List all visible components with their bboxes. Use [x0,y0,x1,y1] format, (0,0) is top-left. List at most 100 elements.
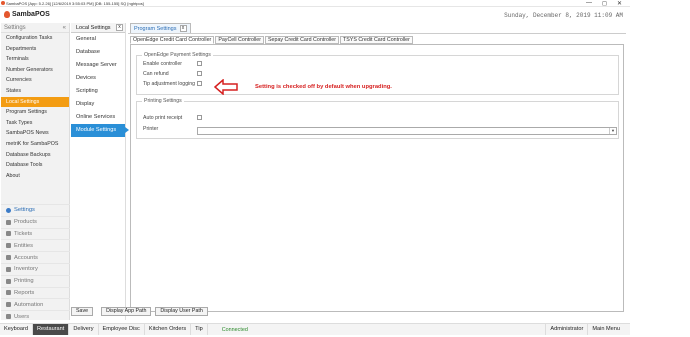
status-delivery[interactable]: Delivery [69,324,99,335]
nav-entities[interactable]: Entities [1,239,70,251]
connection-status: Connected [221,326,248,333]
nav-label: Tickets [14,230,33,237]
sidebar-item-task-types[interactable]: Task Types [1,118,69,129]
accounts-icon [6,255,11,261]
sidebar-item-local-settings[interactable]: Local Settings [1,96,69,108]
sidebar-header: Settings « [1,23,69,33]
current-date: Sunday, December 8, 2019 11:09 AM [504,12,623,19]
nav-label: Accounts [14,254,38,261]
sidebar-item-metrik[interactable]: metriK for SambaPOS [1,139,69,150]
auto-print-checkbox[interactable] [197,115,202,120]
tab-label: Local Settings [76,24,111,31]
local-settings-item-message-server[interactable]: Message Server [71,59,125,72]
local-settings-item-database[interactable]: Database [71,46,125,59]
nav-settings[interactable]: Settings [1,204,70,216]
local-settings-item-display[interactable]: Display [71,98,125,111]
nav-automation[interactable]: Automation [1,298,70,310]
inventory-icon [6,266,11,272]
local-settings-item-general[interactable]: General [71,33,125,46]
sidebar-list: Configuration Tasks Departments Terminal… [1,33,69,181]
tab-tsys[interactable]: TSYS Credit Card Controller [340,36,413,44]
status-user[interactable]: Administrator [545,324,587,335]
sidebar-item-currencies[interactable]: Currencies [1,75,69,86]
status-tip[interactable]: Tip [191,324,208,335]
sidebar-item-sambapos-news[interactable]: SambaPOS News [1,128,69,139]
nav-label: Users [14,313,30,320]
enable-controller-label: Enable controller [143,61,182,67]
group-title: OpenEdge Payment Settings [142,52,213,58]
save-button[interactable]: Save [71,307,94,316]
can-refund-label: Can refund [143,71,169,77]
controller-tabs: OpenEdge Credit Card Controller PayCell … [130,36,413,44]
tab-openedge[interactable]: OpenEdge Credit Card Controller [130,36,215,44]
nav-accounts[interactable]: Accounts [1,251,70,263]
can-refund-checkbox[interactable] [197,71,202,76]
module-nav: Settings Products Tickets Entities Accou… [1,204,70,322]
printing-settings-group: Printing Settings Auto print receipt Pri… [136,98,619,139]
local-settings-item-scripting[interactable]: Scripting [71,85,125,98]
sidebar-item-states[interactable]: States [1,86,69,97]
sidebar-item-program-settings[interactable]: Program Settings [1,107,69,118]
nav-reports[interactable]: Reports [1,286,70,299]
nav-tickets[interactable]: Tickets [1,227,70,240]
local-settings-item-module-settings[interactable]: Module Settings [71,124,129,137]
sidebar-item-number-generators[interactable]: Number Generators [1,65,69,76]
program-settings-area: Program Settings x OpenEdge Credit Card … [128,23,626,320]
local-settings-item-online-services[interactable]: Online Services [71,111,125,124]
nav-products[interactable]: Products [1,215,70,228]
nav-label: Reports [14,289,35,296]
nav-label: Automation [14,301,44,308]
flame-icon [4,11,10,18]
chevron-down-icon[interactable]: ▼ [609,128,616,134]
brand-logo: SambaPOS [4,11,50,18]
sidebar-item-terminals[interactable]: Terminals [1,54,69,65]
tip-adjustment-logging-checkbox[interactable] [197,81,202,86]
status-kitchen-orders[interactable]: Kitchen Orders [145,324,192,335]
tip-adjustment-logging-label: Tip adjustment logging [143,81,196,87]
nav-label: Entities [14,242,34,249]
gear-icon [6,207,11,213]
main-menu-button[interactable]: Main Menu [587,324,624,335]
minimize-button[interactable]: — [586,0,592,7]
app-header: SambaPOS Sunday, December 8, 2019 11:09 … [0,8,630,22]
nav-printing[interactable]: Printing [1,274,70,287]
nav-label: Settings [14,207,35,214]
tab-program-settings[interactable]: Program Settings x [130,23,191,33]
sidebar-item-departments[interactable]: Departments [1,44,69,55]
tab-local-settings[interactable]: Local Settings x [71,23,125,33]
brand-name: SambaPOS [12,11,50,18]
tab-paycell[interactable]: PayCell Controller [215,36,265,44]
nav-inventory[interactable]: Inventory [1,262,70,275]
entities-icon [6,243,11,249]
printer-select[interactable]: ▼ [197,127,617,135]
status-employee-disc[interactable]: Employee Disc [99,324,145,335]
settings-sidebar: Settings « Configuration Tasks Departmen… [1,23,70,320]
tab-sepay[interactable]: Sepay Credit Card Controller [265,36,340,44]
sidebar-item-about[interactable]: About [1,171,69,182]
enable-controller-checkbox[interactable] [197,61,202,66]
local-settings-panel: Local Settings x General Database Messag… [71,23,129,320]
close-tab-button[interactable]: x [179,25,187,32]
settings-actions: Save Display App Path Display User Path [71,307,208,316]
tab-label: Program Settings [134,25,177,32]
status-restaurant[interactable]: Restaurant [32,324,70,335]
status-right: Administrator Main Menu [545,324,624,335]
sidebar-title: Settings [4,24,26,31]
display-app-path-button[interactable]: Display App Path [101,307,152,316]
nav-label: Printing [14,278,34,285]
collapse-sidebar-button[interactable]: « [63,25,66,31]
group-title: Printing Settings [142,98,184,104]
close-tab-button[interactable]: x [116,24,123,31]
maximize-button[interactable]: ◻ [602,0,607,7]
red-arrow-icon [214,79,238,95]
status-keyboard[interactable]: Keyboard [0,324,33,335]
automation-icon [6,302,11,308]
openedge-settings-panel: OpenEdge Payment Settings Enable control… [130,44,624,312]
sidebar-item-database-backups[interactable]: Database Backups [1,150,69,161]
sidebar-item-configuration-tasks[interactable]: Configuration Tasks [1,33,69,44]
display-user-path-button[interactable]: Display User Path [155,307,208,316]
close-window-button[interactable]: ✕ [617,0,622,7]
nav-users[interactable]: Users [1,310,70,322]
sidebar-item-database-tools[interactable]: Database Tools [1,160,69,171]
local-settings-item-devices[interactable]: Devices [71,72,125,85]
